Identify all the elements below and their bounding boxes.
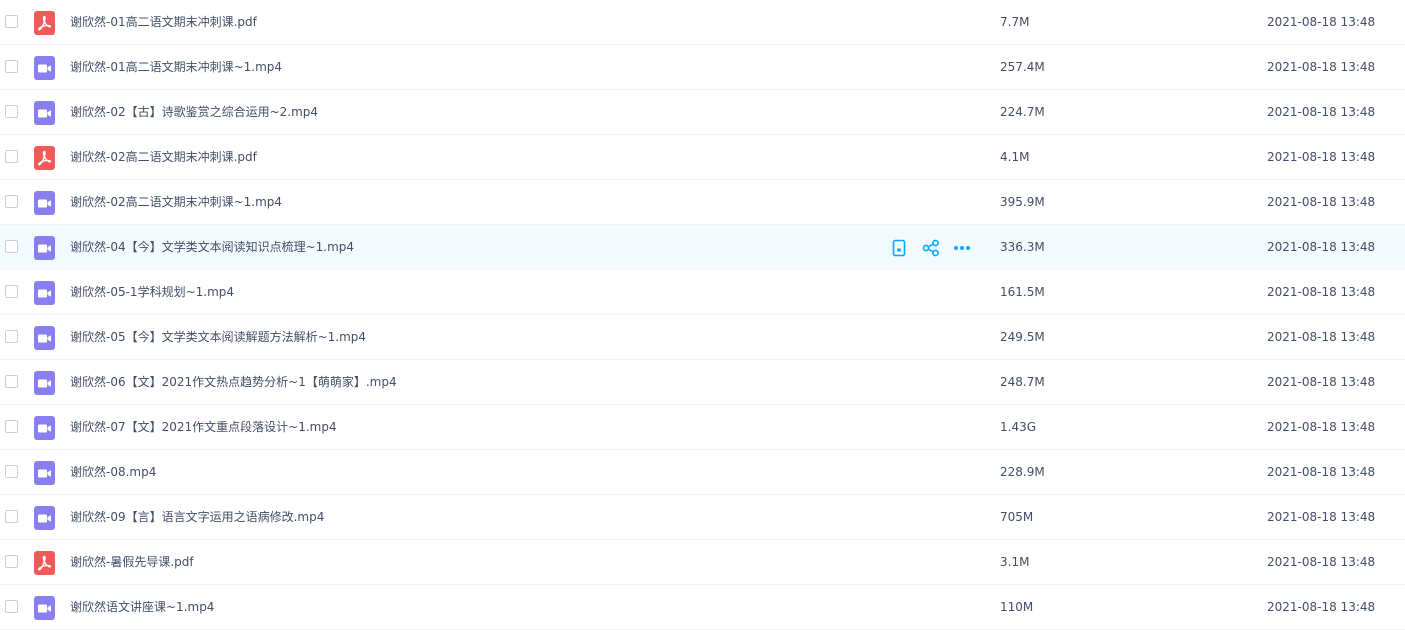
file-size: 336.3M [1000,240,1045,254]
file-list: 谢欣然-01高二语文期末冲刺课.pdf 7.7M 2021-08-18 13:48 谢… [0,0,1405,630]
row-checkbox[interactable] [5,330,18,343]
file-name[interactable]: 谢欣然-09【言】语言文字运用之语病修改.mp4 [70,495,324,540]
file-size: 3.1M [1000,555,1030,569]
more-button[interactable] [952,237,972,259]
file-date: 2021-08-18 13:48 [1267,195,1376,209]
file-size: 705M [1000,510,1034,524]
file-row[interactable]: 谢欣然-暑假先导课.pdf 3.1M 2021-08-18 13:48 [0,540,1405,585]
file-name[interactable]: 谢欣然-02高二语文期末冲刺课~1.mp4 [70,180,282,225]
file-size: 110M [1000,600,1034,614]
file-date: 2021-08-18 13:48 [1267,375,1376,389]
file-date: 2021-08-18 13:48 [1267,510,1376,524]
file-name[interactable]: 谢欣然-04【今】文学类文本阅读知识点梳理~1.mp4 [70,225,354,270]
video-file-icon [34,416,55,440]
file-size: 1.43G [1000,420,1037,434]
file-size: 161.5M [1000,285,1045,299]
send-to-phone-button[interactable] [889,237,909,259]
file-date: 2021-08-18 13:48 [1267,150,1376,164]
file-name[interactable]: 谢欣然-01高二语文期末冲刺课~1.mp4 [70,45,282,90]
pdf-file-icon [34,11,55,35]
file-name[interactable]: 谢欣然-暑假先导课.pdf [70,540,194,585]
file-name[interactable]: 谢欣然-05-1学科规划~1.mp4 [70,270,234,315]
video-file-icon [34,506,55,530]
more-icon [953,245,971,251]
row-checkbox[interactable] [5,600,18,613]
video-file-icon [34,461,55,485]
file-size: 257.4M [1000,60,1045,74]
pdf-file-icon [34,551,55,575]
file-row[interactable]: 谢欣然-05-1学科规划~1.mp4 161.5M 2021-08-18 13:48 [0,270,1405,315]
video-file-icon [34,101,55,125]
row-checkbox[interactable] [5,465,18,478]
file-row[interactable]: 谢欣然-07【文】2021作文重点段落设计~1.mp4 1.43G 2021-08-… [0,405,1405,450]
row-checkbox[interactable] [5,60,18,73]
row-checkbox[interactable] [5,375,18,388]
file-date: 2021-08-18 13:48 [1267,60,1376,74]
video-file-icon [34,596,55,620]
video-file-icon [34,56,55,80]
file-row[interactable]: 谢欣然-02高二语文期末冲刺课~1.mp4 395.9M 2021-08-18 13… [0,180,1405,225]
row-checkbox[interactable] [5,195,18,208]
file-date: 2021-08-18 13:48 [1267,105,1376,119]
file-name[interactable]: 谢欣然-08.mp4 [70,450,156,495]
file-size: 228.9M [1000,465,1045,479]
file-name[interactable]: 谢欣然语文讲座课~1.mp4 [70,585,214,630]
video-file-icon [34,191,55,215]
file-date: 2021-08-18 13:48 [1267,15,1376,29]
file-row[interactable]: 谢欣然-02高二语文期末冲刺课.pdf 4.1M 2021-08-18 13:48 [0,135,1405,180]
phone-icon [892,239,906,257]
file-row[interactable]: 谢欣然-05【今】文学类文本阅读解题方法解析~1.mp4 249.5M 2021-0… [0,315,1405,360]
file-row[interactable]: 谢欣然-04【今】文学类文本阅读知识点梳理~1.mp4 336.3M 2021-08… [0,225,1405,270]
video-file-icon [34,281,55,305]
pdf-file-icon [34,146,55,170]
file-name[interactable]: 谢欣然-06【文】2021作文热点趋势分析~1【萌萌家】.mp4 [70,360,397,405]
file-name[interactable]: 谢欣然-05【今】文学类文本阅读解题方法解析~1.mp4 [70,315,366,360]
file-date: 2021-08-18 13:48 [1267,555,1376,569]
row-checkbox[interactable] [5,420,18,433]
file-date: 2021-08-18 13:48 [1267,285,1376,299]
file-name[interactable]: 谢欣然-02【古】诗歌鉴赏之综合运用~2.mp4 [70,90,318,135]
file-row[interactable]: 谢欣然-02【古】诗歌鉴赏之综合运用~2.mp4 224.7M 2021-08-18… [0,90,1405,135]
file-date: 2021-08-18 13:48 [1267,420,1376,434]
file-row[interactable]: 谢欣然语文讲座课~1.mp4 110M 2021-08-18 13:48 [0,585,1405,630]
file-size: 395.9M [1000,195,1045,209]
video-file-icon [34,326,55,350]
file-date: 2021-08-18 13:48 [1267,240,1376,254]
file-row[interactable]: 谢欣然-08.mp4 228.9M 2021-08-18 13:48 [0,450,1405,495]
file-date: 2021-08-18 13:48 [1267,330,1376,344]
row-checkbox[interactable] [5,285,18,298]
video-file-icon [34,371,55,395]
file-size: 249.5M [1000,330,1045,344]
row-checkbox[interactable] [5,510,18,523]
row-checkbox[interactable] [5,15,18,28]
file-date: 2021-08-18 13:48 [1267,600,1376,614]
share-icon [922,239,940,257]
video-file-icon [34,236,55,260]
file-size: 7.7M [1000,15,1030,29]
file-size: 4.1M [1000,150,1030,164]
file-row[interactable]: 谢欣然-06【文】2021作文热点趋势分析~1【萌萌家】.mp4 248.7M 20… [0,360,1405,405]
row-checkbox[interactable] [5,555,18,568]
share-button[interactable] [921,237,941,259]
file-name[interactable]: 谢欣然-07【文】2021作文重点段落设计~1.mp4 [70,405,337,450]
file-row[interactable]: 谢欣然-01高二语文期末冲刺课~1.mp4 257.4M 2021-08-18 13… [0,45,1405,90]
file-size: 224.7M [1000,105,1045,119]
row-checkbox[interactable] [5,105,18,118]
file-date: 2021-08-18 13:48 [1267,465,1376,479]
file-size: 248.7M [1000,375,1045,389]
file-name[interactable]: 谢欣然-02高二语文期末冲刺课.pdf [70,135,257,180]
file-name[interactable]: 谢欣然-01高二语文期末冲刺课.pdf [70,0,257,45]
file-row[interactable]: 谢欣然-01高二语文期末冲刺课.pdf 7.7M 2021-08-18 13:48 [0,0,1405,45]
row-checkbox[interactable] [5,150,18,163]
file-row[interactable]: 谢欣然-09【言】语言文字运用之语病修改.mp4 705M 2021-08-18 1… [0,495,1405,540]
row-checkbox[interactable] [5,240,18,253]
